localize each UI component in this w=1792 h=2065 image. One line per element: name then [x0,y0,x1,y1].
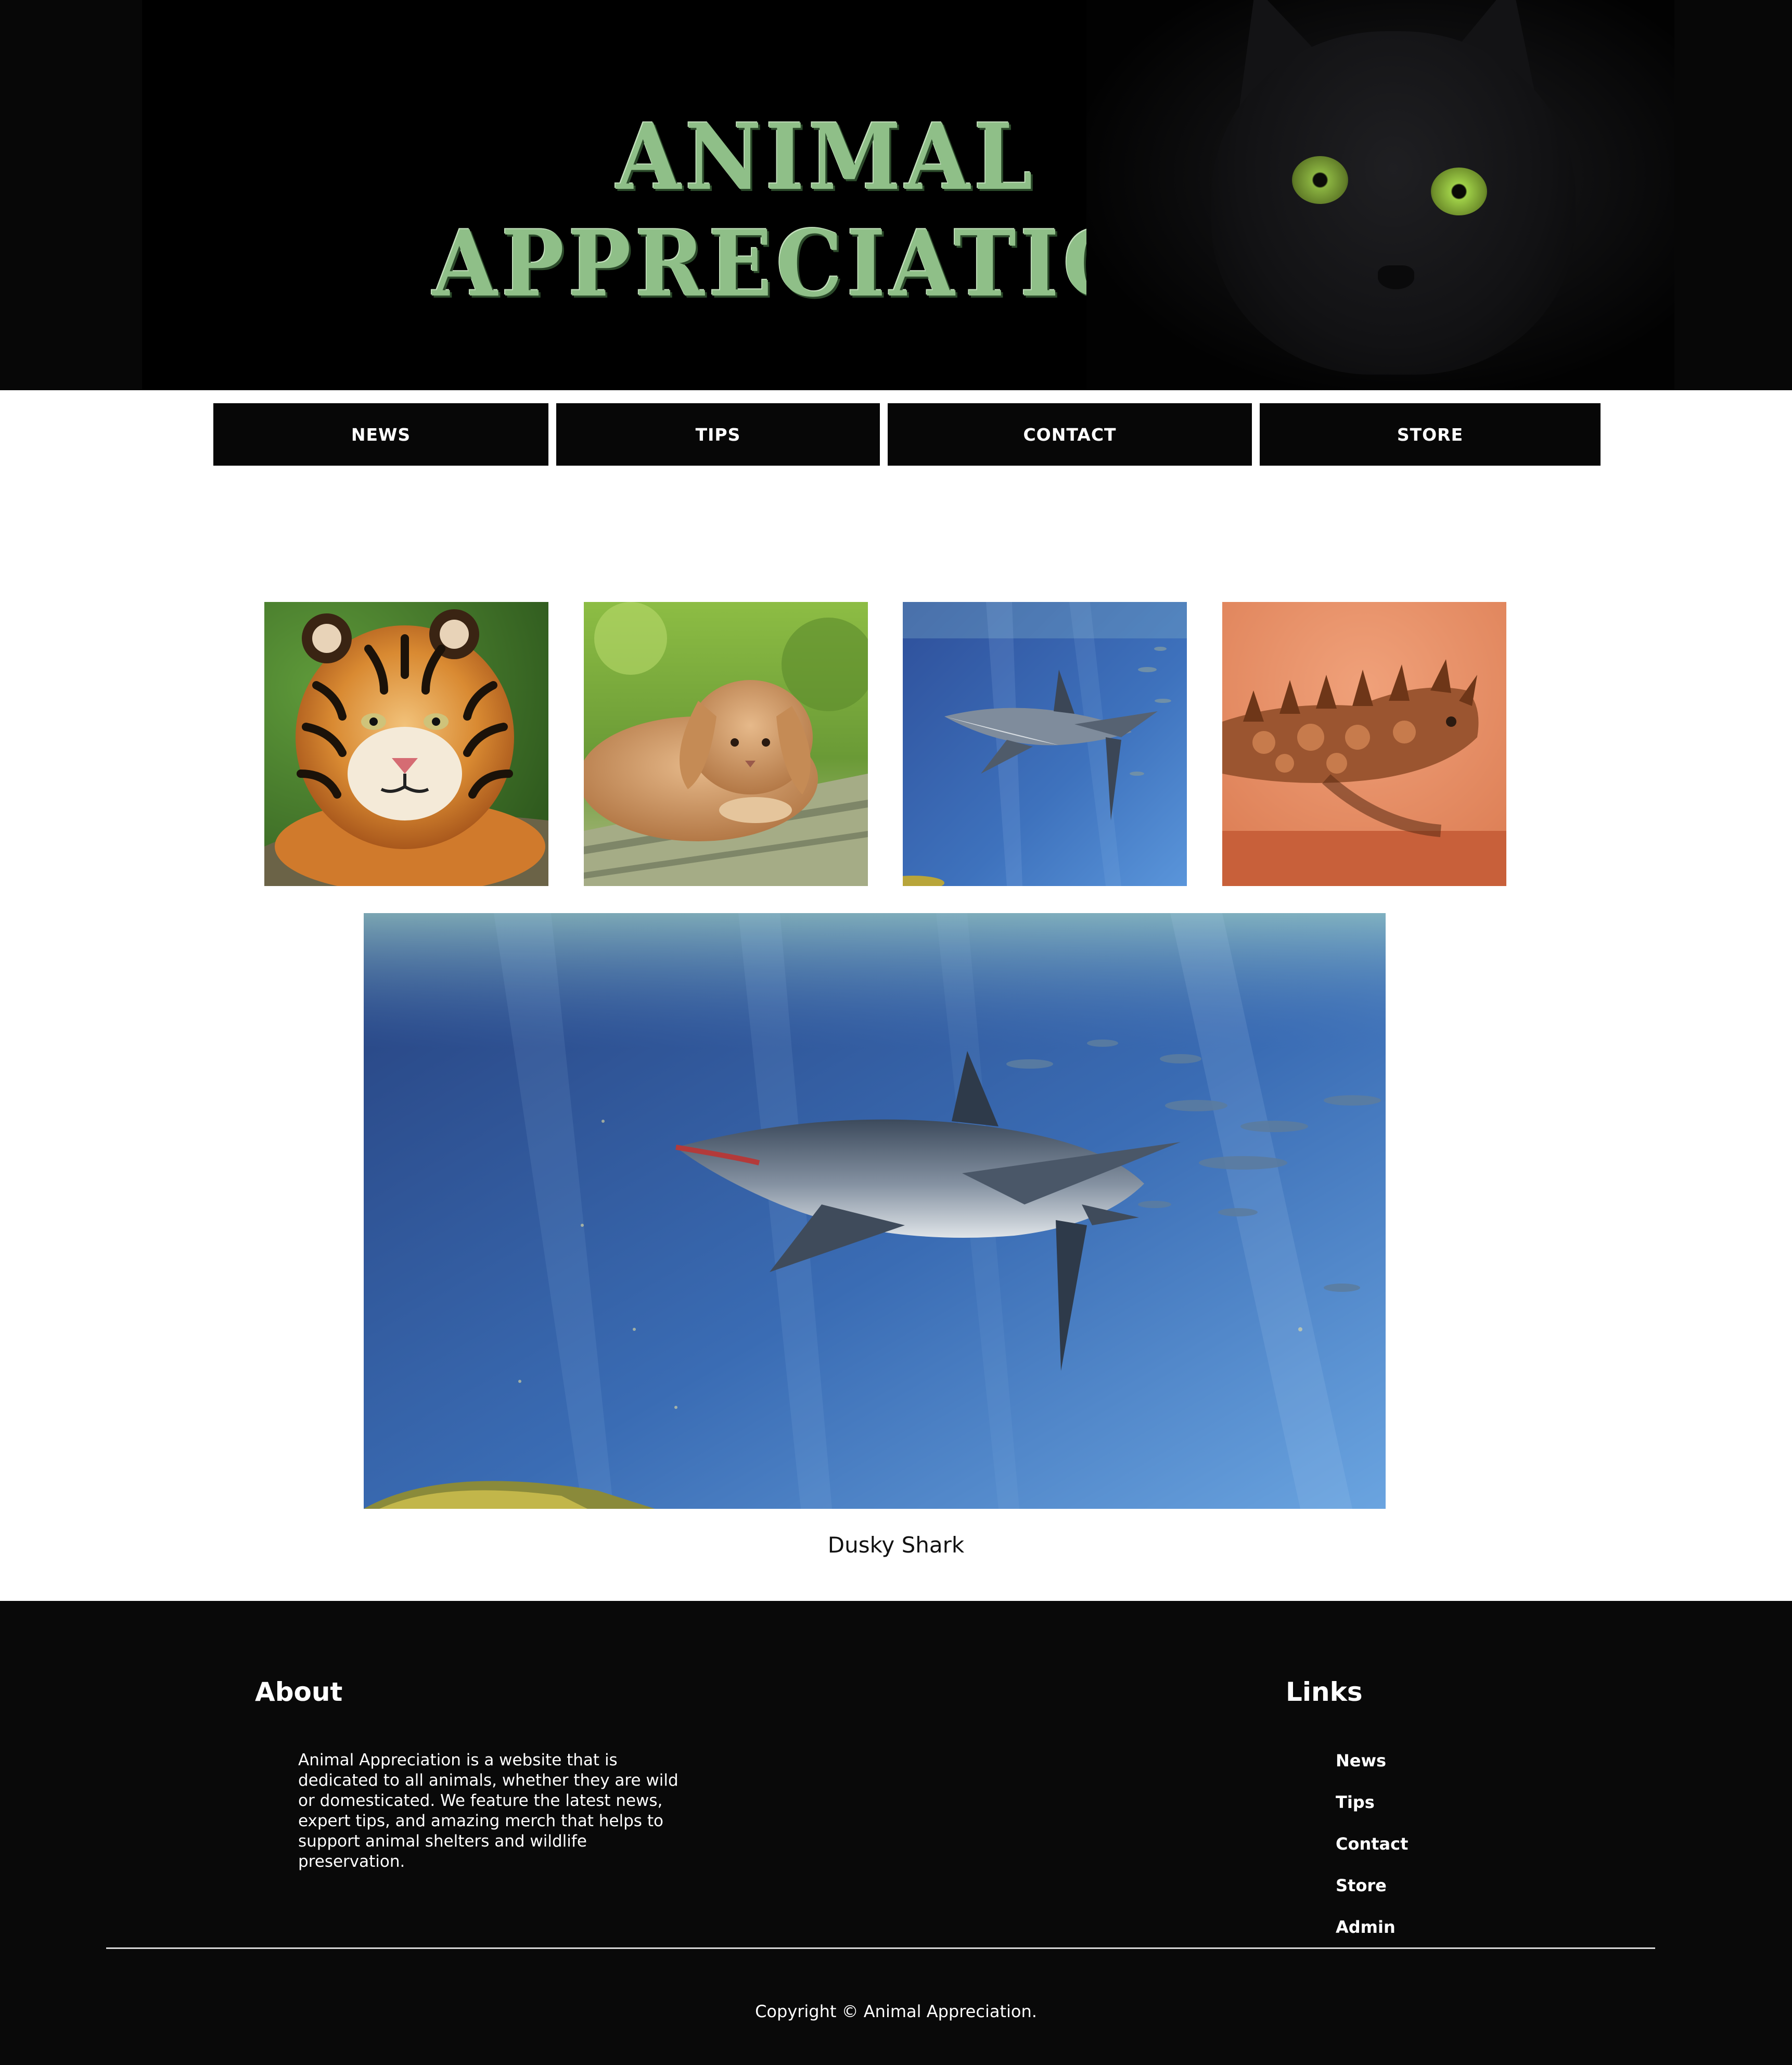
thumbnail-rabbit[interactable] [584,602,868,886]
header-band: ANIMAL APPRECIATION [0,0,1792,390]
thumbnail-lizard[interactable] [1222,602,1506,886]
nav-contact-button[interactable]: CONTACT [888,403,1252,466]
site-footer: About Animal Appreciation is a website t… [0,1601,1792,2065]
footer-links-list: News Tips Contact Store Admin [1336,1750,1408,1958]
cat-head [1211,31,1576,375]
featured-caption: Dusky Shark [827,1532,965,1558]
cat-nose [1378,265,1414,289]
shark-image [903,602,1187,886]
header-banner: ANIMAL APPRECIATION [142,0,1674,390]
footer-links-heading: Links [1286,1677,1363,1707]
nav-store-button[interactable]: STORE [1260,403,1601,466]
tiger-image [264,602,548,886]
cat-eye [1292,156,1348,204]
thumbnail-shark[interactable] [903,602,1187,886]
nav-news-button[interactable]: NEWS [213,403,548,466]
footer-link-tips[interactable]: Tips [1336,1792,1408,1833]
thorny-devil-image [1222,602,1506,886]
footer-link-contact[interactable]: Contact [1336,1833,1408,1875]
footer-link-store[interactable]: Store [1336,1875,1408,1917]
footer-about-text: Animal Appreciation is a website that is… [298,1751,679,1871]
black-cat-image [1086,0,1674,390]
copyright-text: Copyright © Animal Appreciation. [755,2002,1037,2021]
footer-link-admin[interactable]: Admin [1336,1917,1408,1958]
nav-tips-button[interactable]: TIPS [556,403,880,466]
featured-image [364,913,1386,1509]
dusky-shark-image [364,913,1386,1509]
rabbit-image [584,602,868,886]
footer-about-heading: About [255,1677,343,1707]
main-nav: NEWS TIPS CONTACT STORE [0,403,1792,466]
footer-divider [106,1947,1655,1949]
footer-link-news[interactable]: News [1336,1750,1408,1792]
cat-eye [1431,168,1487,215]
thumbnail-tiger[interactable] [264,602,548,886]
